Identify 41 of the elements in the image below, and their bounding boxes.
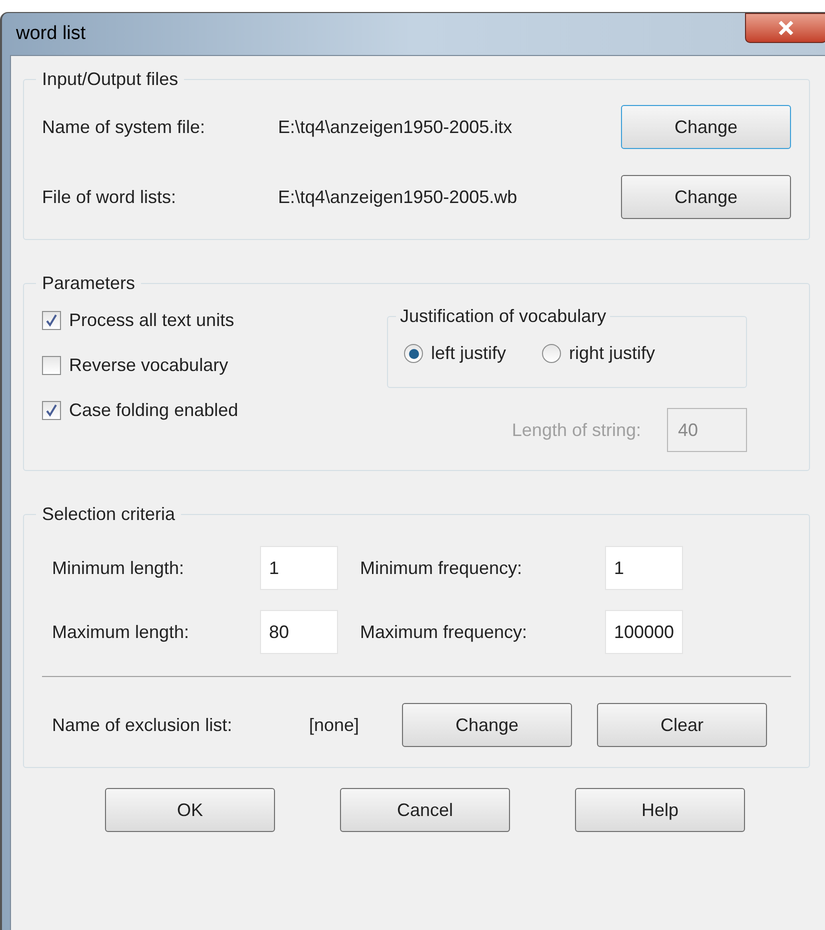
radio-button[interactable] <box>542 344 562 363</box>
group-title: Input/Output files <box>41 68 180 91</box>
group-title: Selection criteria <box>41 503 176 526</box>
checkbox-label: Case folding enabled <box>69 399 238 422</box>
change-button[interactable]: Change <box>621 175 791 219</box>
checkbox[interactable] <box>42 401 61 420</box>
number-field[interactable]: 1 <box>605 546 683 590</box>
check-icon <box>45 314 58 327</box>
field-label: Length of string: <box>512 418 641 442</box>
checkbox[interactable] <box>42 311 61 330</box>
dialog-button[interactable]: Clear <box>597 703 767 747</box>
field-label: Minimum frequency: <box>360 556 524 580</box>
field-label: Name of system file: <box>42 116 206 139</box>
dialog-button[interactable]: Change <box>402 703 572 747</box>
checkbox-label: Process all text units <box>69 309 234 332</box>
field-label: Name of exclusion list: <box>52 714 234 736</box>
file-path: E:\tq4\anzeigen1950-2005.wb <box>278 186 518 209</box>
window-title: word list <box>16 22 86 46</box>
number-field[interactable]: 80 <box>260 610 338 654</box>
close-icon <box>778 21 794 35</box>
file-path: E:\tq4\anzeigen1950-2005.itx <box>278 116 514 139</box>
change-button[interactable]: Change <box>621 105 791 149</box>
group-title: Justification of vocabulary <box>399 305 608 328</box>
dialog-button[interactable]: OK <box>105 788 275 832</box>
close-button[interactable] <box>745 13 825 43</box>
dialog-button[interactable]: Help <box>575 788 745 832</box>
dialog-button[interactable]: Cancel <box>340 788 510 832</box>
group-title: Parameters <box>41 272 136 295</box>
radio-button[interactable] <box>404 344 423 363</box>
check-icon <box>45 404 58 417</box>
radio-label: left justify <box>431 342 506 365</box>
exclusion-value: [none] <box>309 714 360 737</box>
checkbox-label: Reverse vocabulary <box>69 354 228 377</box>
field-label: Maximum length: <box>52 620 190 644</box>
radio-label: right justify <box>569 342 656 365</box>
number-field[interactable]: 100000 <box>605 610 683 654</box>
number-field[interactable]: 1 <box>260 546 338 590</box>
checkbox[interactable] <box>42 356 61 375</box>
field-label: Maximum frequency: <box>360 620 528 644</box>
field-label: Minimum length: <box>52 556 186 580</box>
field-label: File of word lists: <box>42 186 178 208</box>
